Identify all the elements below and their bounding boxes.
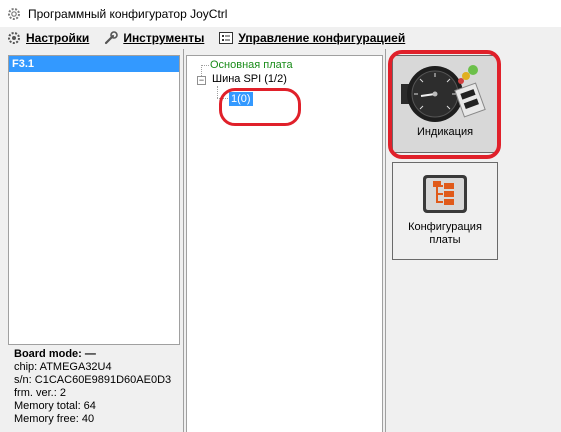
tree-node-main-board[interactable]: Основная плата bbox=[210, 59, 293, 71]
gear-icon bbox=[8, 7, 20, 20]
menu-settings-label: Настройки bbox=[26, 31, 90, 45]
collapse-toggle[interactable]: − bbox=[197, 76, 206, 85]
board-memory-total: Memory total: 64 bbox=[14, 400, 96, 412]
board-firmware: frm. ver.: 2 bbox=[14, 387, 66, 399]
window-title: Программный конфигуратор JoyCtrl bbox=[28, 6, 228, 21]
title-bar: Программный конфигуратор JoyCtrl bbox=[0, 0, 561, 27]
tree-connector bbox=[217, 86, 218, 98]
annotation-highlight bbox=[388, 50, 501, 159]
wrench-icon bbox=[105, 31, 119, 45]
annotation-highlight bbox=[219, 88, 301, 126]
board-info: Board mode: — chip: ATMEGA32U4 s/n: C1CA… bbox=[14, 348, 171, 426]
menu-config-management[interactable]: Управление конфигурацией bbox=[218, 30, 405, 46]
menu-bar: Настройки Инструменты Управление конфигу… bbox=[0, 27, 561, 49]
config-list-icon bbox=[219, 32, 234, 44]
menu-tools-label: Инструменты bbox=[123, 31, 205, 45]
menu-settings[interactable]: Настройки bbox=[6, 30, 89, 46]
board-memory-free: Memory free: 40 bbox=[14, 413, 95, 425]
board-config-button[interactable]: Конфигурация платы bbox=[392, 162, 498, 260]
board-chip: chip: ATMEGA32U4 bbox=[14, 361, 112, 373]
menu-config-management-label: Управление конфигурацией bbox=[238, 31, 406, 45]
board-config-label: Конфигурация платы bbox=[408, 221, 482, 246]
settings-icon bbox=[8, 32, 20, 44]
board-mode: Board mode: — bbox=[14, 348, 96, 360]
splitter-right[interactable] bbox=[385, 49, 386, 432]
list-item[interactable]: F3.1 bbox=[9, 56, 179, 72]
tree-connector bbox=[201, 65, 209, 66]
splitter-left[interactable] bbox=[183, 49, 184, 432]
menu-tools[interactable]: Инструменты bbox=[103, 30, 204, 46]
board-serial: s/n: C1CAC60E9891D60AE0D3 bbox=[14, 374, 172, 386]
tree-node-spi-bus[interactable]: Шина SPI (1/2) bbox=[212, 73, 287, 85]
device-list[interactable]: F3.1 bbox=[8, 55, 180, 345]
board-config-icon bbox=[423, 175, 467, 213]
